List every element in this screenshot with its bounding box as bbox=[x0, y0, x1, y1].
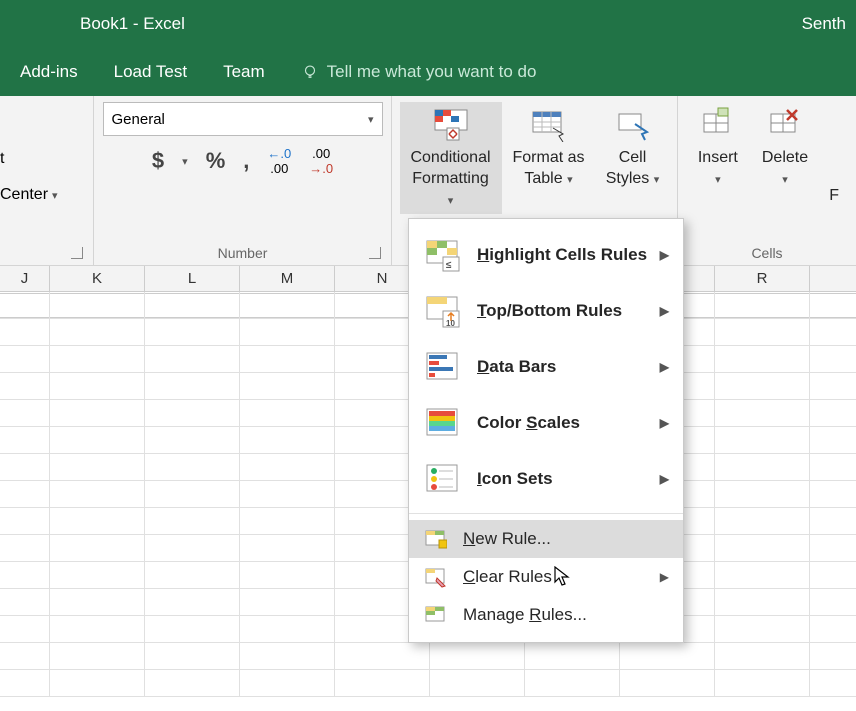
clear-rules-icon bbox=[425, 566, 447, 588]
user-name: Senth bbox=[802, 14, 846, 34]
col-header[interactable]: R bbox=[715, 266, 810, 291]
menu-highlight-cells-rules[interactable]: ≤ Highlight Cells Rules ▶ bbox=[409, 227, 683, 283]
submenu-arrow-icon: ▶ bbox=[660, 416, 669, 430]
menu-color-scales[interactable]: Color Scales ▶ bbox=[409, 395, 683, 451]
chevron-down-icon: ▾ bbox=[52, 189, 58, 202]
insert-label: Insert▾ bbox=[698, 148, 738, 190]
title-bar: Book1 - Excel Senth bbox=[0, 0, 856, 48]
format-table-icon bbox=[531, 106, 567, 142]
delete-cells-button[interactable]: Delete▾ bbox=[754, 102, 816, 194]
dialog-launcher-icon[interactable] bbox=[71, 247, 83, 259]
insert-cells-button[interactable]: Insert▾ bbox=[690, 102, 746, 194]
menu-label: New Rule... bbox=[463, 529, 551, 549]
currency-button[interactable]: $ bbox=[152, 148, 164, 174]
ribbon-tabs: Add-ins Load Test Team Tell me what you … bbox=[0, 48, 856, 96]
menu-clear-rules[interactable]: Clear Rules ▶ bbox=[409, 558, 683, 596]
insert-cells-icon bbox=[700, 106, 736, 142]
group-label-number: Number bbox=[218, 245, 268, 261]
data-bars-icon bbox=[425, 349, 461, 385]
submenu-arrow-icon: ▶ bbox=[660, 472, 669, 486]
lightbulb-icon bbox=[301, 63, 319, 81]
menu-label: Top/Bottom Rules bbox=[477, 301, 622, 321]
delete-label: Delete▾ bbox=[762, 148, 808, 190]
increase-decimal-button[interactable]: ←.0.00 bbox=[267, 146, 291, 176]
menu-divider bbox=[409, 513, 683, 514]
tab-team[interactable]: Team bbox=[223, 62, 265, 82]
menu-label: Manage Rules... bbox=[463, 605, 587, 625]
dialog-launcher-icon[interactable] bbox=[369, 247, 381, 259]
format-as-table-button[interactable]: Format asTable ▾ bbox=[504, 102, 594, 194]
percent-button[interactable]: % bbox=[206, 148, 226, 174]
svg-text:≤: ≤ bbox=[446, 260, 452, 271]
conditional-formatting-button[interactable]: ConditionalFormatting ▾ bbox=[400, 102, 502, 214]
tab-addins[interactable]: Add-ins bbox=[20, 62, 78, 82]
submenu-arrow-icon: ▶ bbox=[660, 248, 669, 262]
menu-label: Icon Sets bbox=[477, 469, 553, 489]
conditional-formatting-menu: ≤ Highlight Cells Rules ▶ 10 Top/Bottom … bbox=[408, 218, 684, 643]
number-format-dropdown[interactable]: General ▾ bbox=[103, 102, 383, 136]
tab-loadtest[interactable]: Load Test bbox=[114, 62, 187, 82]
svg-text:10: 10 bbox=[446, 319, 455, 328]
align-t-button[interactable]: t bbox=[0, 150, 4, 168]
col-header[interactable]: L bbox=[145, 266, 240, 291]
menu-manage-rules[interactable]: Manage Rules... bbox=[409, 596, 683, 634]
manage-rules-icon bbox=[425, 604, 447, 626]
cell-styles-label: CellStyles ▾ bbox=[606, 148, 660, 190]
menu-label: Clear Rules bbox=[463, 567, 552, 587]
color-scales-icon bbox=[425, 405, 461, 441]
cell-styles-icon bbox=[615, 106, 651, 142]
col-header[interactable]: J bbox=[0, 266, 50, 291]
col-header[interactable]: K bbox=[50, 266, 145, 291]
highlight-cells-icon: ≤ bbox=[425, 237, 461, 273]
menu-top-bottom-rules[interactable]: 10 Top/Bottom Rules ▶ bbox=[409, 283, 683, 339]
menu-label: Data Bars bbox=[477, 357, 556, 377]
submenu-arrow-icon: ▶ bbox=[660, 570, 669, 584]
tell-me-search[interactable]: Tell me what you want to do bbox=[301, 62, 537, 82]
comma-button[interactable]: , bbox=[243, 148, 249, 174]
menu-icon-sets[interactable]: Icon Sets ▶ bbox=[409, 451, 683, 507]
cell-styles-button[interactable]: CellStyles ▾ bbox=[596, 102, 670, 194]
submenu-arrow-icon: ▶ bbox=[660, 360, 669, 374]
workbook-title: Book1 - Excel bbox=[80, 14, 185, 34]
tell-me-placeholder: Tell me what you want to do bbox=[327, 62, 537, 82]
menu-label: Color Scales bbox=[477, 413, 580, 433]
conditional-formatting-icon bbox=[433, 106, 469, 142]
align-center-button[interactable]: Center bbox=[0, 186, 48, 204]
menu-new-rule[interactable]: New Rule... bbox=[409, 520, 683, 558]
new-rule-icon bbox=[425, 528, 447, 550]
menu-label: Highlight Cells Rules bbox=[477, 245, 647, 265]
chevron-down-icon: ▾ bbox=[182, 155, 188, 168]
submenu-arrow-icon: ▶ bbox=[660, 304, 669, 318]
group-label-cells: Cells bbox=[751, 245, 782, 261]
format-label-fragment: F bbox=[829, 186, 839, 207]
mouse-cursor-icon bbox=[554, 566, 572, 588]
icon-sets-icon bbox=[425, 461, 461, 497]
top-bottom-icon: 10 bbox=[425, 293, 461, 329]
conditional-formatting-label: ConditionalFormatting ▾ bbox=[408, 148, 494, 210]
col-header[interactable]: M bbox=[240, 266, 335, 291]
menu-data-bars[interactable]: Data Bars ▶ bbox=[409, 339, 683, 395]
delete-cells-icon bbox=[767, 106, 803, 142]
chevron-down-icon: ▾ bbox=[368, 113, 374, 126]
format-cells-button[interactable]: F bbox=[824, 102, 844, 211]
format-as-table-label: Format asTable ▾ bbox=[512, 148, 584, 190]
number-format-value: General bbox=[112, 111, 165, 128]
decrease-decimal-button[interactable]: .00→.0 bbox=[309, 146, 333, 176]
